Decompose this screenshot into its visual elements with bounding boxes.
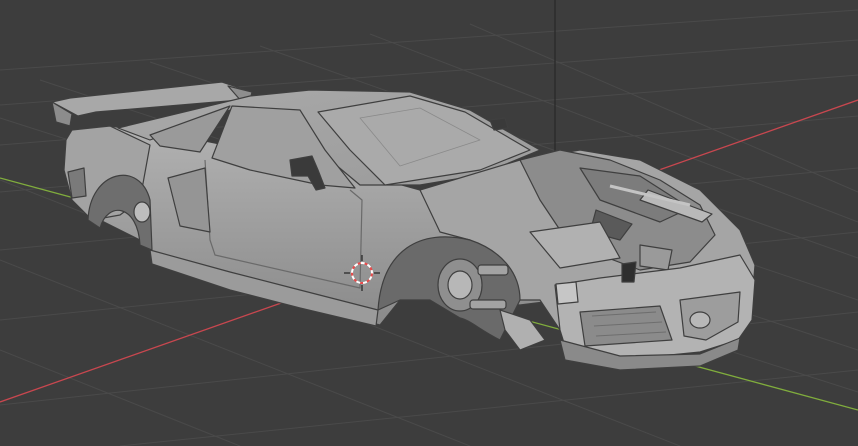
- viewport-canvas[interactable]: [0, 0, 858, 446]
- car-body-mesh[interactable]: [51, 81, 756, 371]
- 3d-viewport[interactable]: [0, 0, 858, 446]
